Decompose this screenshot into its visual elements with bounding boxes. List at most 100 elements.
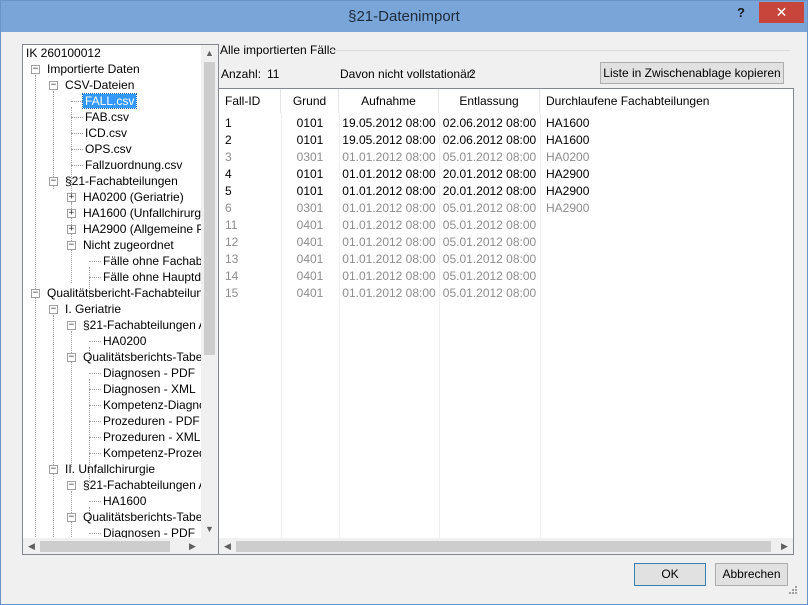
table-row[interactable]: 15 0401 01.01.2012 08:00 05.01.2012 08:00: [219, 285, 793, 301]
table-row[interactable]: 13 0401 01.01.2012 08:00 05.01.2012 08:00: [219, 251, 793, 267]
cell-aufnahme: 01.01.2012 08:00: [342, 286, 436, 300]
cell-fab: [546, 234, 786, 250]
tree-node-nicht-zugeordnet[interactable]: Nicht zugeordnet: [83, 237, 174, 253]
tree-node-diagnosen-pdf-2[interactable]: Diagnosen - PDF: [103, 525, 195, 538]
count-value: 11: [267, 67, 280, 81]
cell-entlassung: 05.01.2012 08:00: [442, 252, 537, 266]
ok-button[interactable]: OK: [634, 563, 706, 586]
tree-node-fachabteilungen-a-2[interactable]: §21-Fachabteilungen A: [83, 477, 201, 493]
table-row[interactable]: 12 0401 01.01.2012 08:00 05.01.2012 08:00: [219, 234, 793, 250]
expand-icon[interactable]: +: [67, 225, 76, 234]
cancel-button[interactable]: Abbrechen: [715, 563, 788, 586]
tree-node-prozeduren-xml[interactable]: Prozeduren - XML: [103, 429, 200, 445]
tree-node-geriatrie[interactable]: I. Geriatrie: [65, 301, 121, 317]
column-header-aufnahme[interactable]: Aufnahme: [339, 89, 439, 113]
tree-node-diagnosen-xml[interactable]: Diagnosen - XML: [103, 381, 196, 397]
column-header-fall-id[interactable]: Fall-ID: [219, 89, 281, 113]
navigation-tree[interactable]: IK 260100012 − Importierte Daten − CSV-D…: [22, 44, 219, 555]
column-header-fachabteilungen[interactable]: Durchlaufene Fachabteilungen: [540, 89, 793, 113]
cases-table[interactable]: Fall-ID Grund Aufnahme Entlassung Durchl…: [218, 88, 794, 555]
expand-icon[interactable]: +: [67, 209, 76, 218]
tree-node-21-fachabteilungen[interactable]: §21-Fachabteilungen: [65, 173, 178, 189]
cell-fab: HA2900: [546, 184, 590, 198]
cell-grund: 0301: [296, 201, 324, 215]
cell-aufnahme: 01.01.2012 08:00: [342, 269, 436, 283]
cell-entlassung: 05.01.2012 08:00: [442, 201, 537, 215]
table-row[interactable]: 5 0101 01.01.2012 08:00 20.01.2012 08:00 HA2…: [219, 183, 793, 199]
collapse-icon[interactable]: −: [67, 353, 76, 362]
cell-aufnahme: 19.05.2012 08:00: [342, 133, 436, 147]
expand-icon[interactable]: +: [67, 193, 76, 202]
table-row[interactable]: 4 0101 01.01.2012 08:00 20.01.2012 08:00 HA2…: [219, 166, 793, 182]
tree-node-qualitaetsbericht[interactable]: Qualitätsbericht-Fachabteilunge: [47, 285, 201, 301]
table-horizontal-scrollbar[interactable]: ◀ ▶: [219, 538, 793, 554]
cell-id: 12: [225, 235, 239, 249]
tree-node-kompetenz-diagnosen[interactable]: Kompetenz-Diagno: [103, 397, 201, 413]
tree-node-diagnosen-pdf[interactable]: Diagnosen - PDF: [103, 365, 195, 381]
table-row[interactable]: 6 0301 01.01.2012 08:00 05.01.2012 08:00 HA2…: [219, 200, 793, 216]
tree-node-ha1600-leaf[interactable]: HA1600: [103, 493, 146, 509]
title-bar[interactable]: §21-Datenimport ? ✕: [1, 1, 807, 32]
collapse-icon[interactable]: −: [31, 65, 40, 74]
cell-fab: HA1600: [546, 133, 590, 147]
table-row[interactable]: 3 0301 01.01.2012 08:00 05.01.2012 08:00 HA0…: [219, 149, 793, 165]
collapse-icon[interactable]: −: [49, 465, 58, 474]
cell-grund: 0101: [296, 116, 324, 130]
help-button[interactable]: ?: [731, 5, 751, 23]
collapse-icon[interactable]: −: [67, 241, 76, 250]
tree-line: [89, 389, 101, 390]
cell-aufnahme: 01.01.2012 08:00: [342, 218, 436, 232]
tree-node-ha2900[interactable]: HA2900 (Allgemeine Ps: [83, 221, 201, 237]
cell-grund: 0401: [296, 218, 324, 232]
tree-node-qualitaetsberichts-tabellen-2[interactable]: Qualitätsberichts-Tabell: [83, 509, 201, 525]
collapse-icon[interactable]: −: [67, 481, 76, 490]
tree-node-csv-dateien[interactable]: CSV-Dateien: [65, 77, 134, 93]
table-row[interactable]: 11 0401 01.01.2012 08:00 05.01.2012 08:00: [219, 217, 793, 233]
collapse-icon[interactable]: −: [49, 305, 58, 314]
collapse-icon[interactable]: −: [49, 177, 58, 186]
tree-node-fall-csv[interactable]: FALL.csv: [81, 93, 138, 109]
tree-node-prozeduren-pdf[interactable]: Prozeduren - PDF: [103, 413, 200, 429]
tree-node-ops-csv[interactable]: OPS.csv: [85, 141, 132, 157]
tree-vertical-scrollbar[interactable]: ▲ ▼: [201, 45, 218, 538]
collapse-icon[interactable]: −: [49, 81, 58, 90]
scroll-up-icon[interactable]: ▲: [201, 45, 218, 62]
scroll-thumb[interactable]: [236, 541, 771, 552]
scroll-left-icon[interactable]: ◀: [23, 538, 40, 554]
collapse-icon[interactable]: −: [67, 321, 76, 330]
collapse-icon[interactable]: −: [67, 513, 76, 522]
tree-node-faelle-ohne-fachabt[interactable]: Fälle ohne Fachabt: [103, 253, 201, 269]
table-row[interactable]: 2 0101 19.05.2012 08:00 02.06.2012 08:00 HA1…: [219, 132, 793, 148]
tree-node-ik[interactable]: IK 260100012: [26, 45, 101, 61]
close-button[interactable]: ✕: [759, 2, 804, 23]
tree-node-fab-csv[interactable]: FAB.csv: [85, 109, 129, 125]
tree-node-kompetenz-prozeduren[interactable]: Kompetenz-Prozedu: [103, 445, 201, 461]
resize-grip-icon[interactable]: [788, 585, 798, 595]
scroll-thumb[interactable]: [40, 541, 170, 552]
collapse-icon[interactable]: −: [31, 289, 40, 298]
scroll-right-icon[interactable]: ▶: [776, 538, 793, 554]
column-header-entlassung[interactable]: Entlassung: [439, 89, 540, 113]
table-row[interactable]: 14 0401 01.01.2012 08:00 05.01.2012 08:00: [219, 268, 793, 284]
scroll-right-icon[interactable]: ▶: [184, 538, 201, 554]
scroll-thumb[interactable]: [204, 62, 215, 355]
copy-to-clipboard-button[interactable]: Liste in Zwischenablage kopieren: [600, 62, 784, 84]
tree-node-ha0200-leaf[interactable]: HA0200: [103, 333, 146, 349]
tree-node-importierte-daten[interactable]: Importierte Daten: [47, 61, 140, 77]
tree-node-qualitaetsberichts-tabellen[interactable]: Qualitätsberichts-Tabell: [83, 349, 201, 365]
tree-node-fachabteilungen-a[interactable]: §21-Fachabteilungen A: [83, 317, 201, 333]
tree-horizontal-scrollbar[interactable]: ◀ ▶: [23, 538, 201, 554]
tree-line: [71, 165, 83, 166]
tree-node-faelle-ohne-hauptdia[interactable]: Fälle ohne Hauptdia: [103, 269, 201, 285]
tree-node-ha0200[interactable]: HA0200 (Geriatrie): [83, 189, 184, 205]
column-header-grund[interactable]: Grund: [281, 89, 339, 113]
tree-node-ha1600[interactable]: HA1600 (Unfallchirurgie: [83, 205, 201, 221]
table-row[interactable]: 1 0101 19.05.2012 08:00 02.06.2012 08:00 HA1…: [219, 115, 793, 131]
tree-node-icd-csv[interactable]: ICD.csv: [85, 125, 127, 141]
tree-node-fallzuordnung-csv[interactable]: Fallzuordnung.csv: [85, 157, 182, 173]
tree-line: [89, 501, 101, 502]
tree-node-unfallchirurgie[interactable]: II. Unfallchirurgie: [65, 461, 155, 477]
cell-entlassung: 05.01.2012 08:00: [442, 218, 537, 232]
scroll-down-icon[interactable]: ▼: [201, 521, 218, 538]
scroll-left-icon[interactable]: ◀: [219, 538, 236, 554]
